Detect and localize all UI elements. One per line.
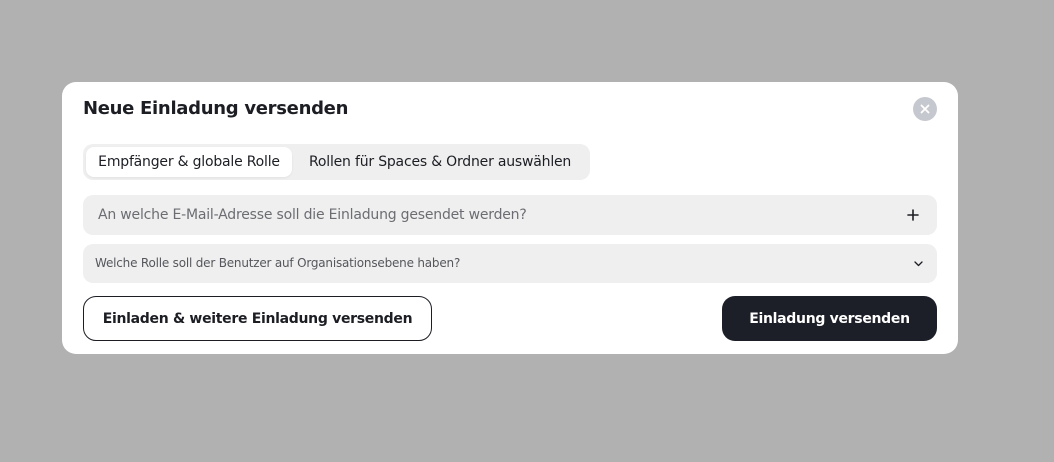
invite-and-continue-button[interactable]: Einladen & weitere Einladung versenden xyxy=(83,296,432,341)
plus-icon[interactable] xyxy=(905,207,921,223)
close-icon xyxy=(920,104,930,114)
role-select-placeholder: Welche Rolle soll der Benutzer auf Organ… xyxy=(95,256,461,270)
email-field-container xyxy=(83,195,937,235)
tab-bar: Empfänger & globale Rolle Rollen für Spa… xyxy=(83,144,590,180)
close-button[interactable] xyxy=(913,97,937,121)
role-select[interactable]: Welche Rolle soll der Benutzer auf Organ… xyxy=(83,244,937,283)
dialog-title: Neue Einladung versenden xyxy=(83,98,349,119)
email-input[interactable] xyxy=(83,195,883,235)
send-invite-button[interactable]: Einladung versenden xyxy=(722,296,937,341)
chevron-down-icon xyxy=(914,261,923,267)
tab-spaces-folders-roles[interactable]: Rollen für Spaces & Ordner auswählen xyxy=(309,147,571,177)
invite-dialog: Neue Einladung versenden Empfänger & glo… xyxy=(62,82,958,354)
tab-recipient-global-role[interactable]: Empfänger & globale Rolle xyxy=(86,147,292,177)
